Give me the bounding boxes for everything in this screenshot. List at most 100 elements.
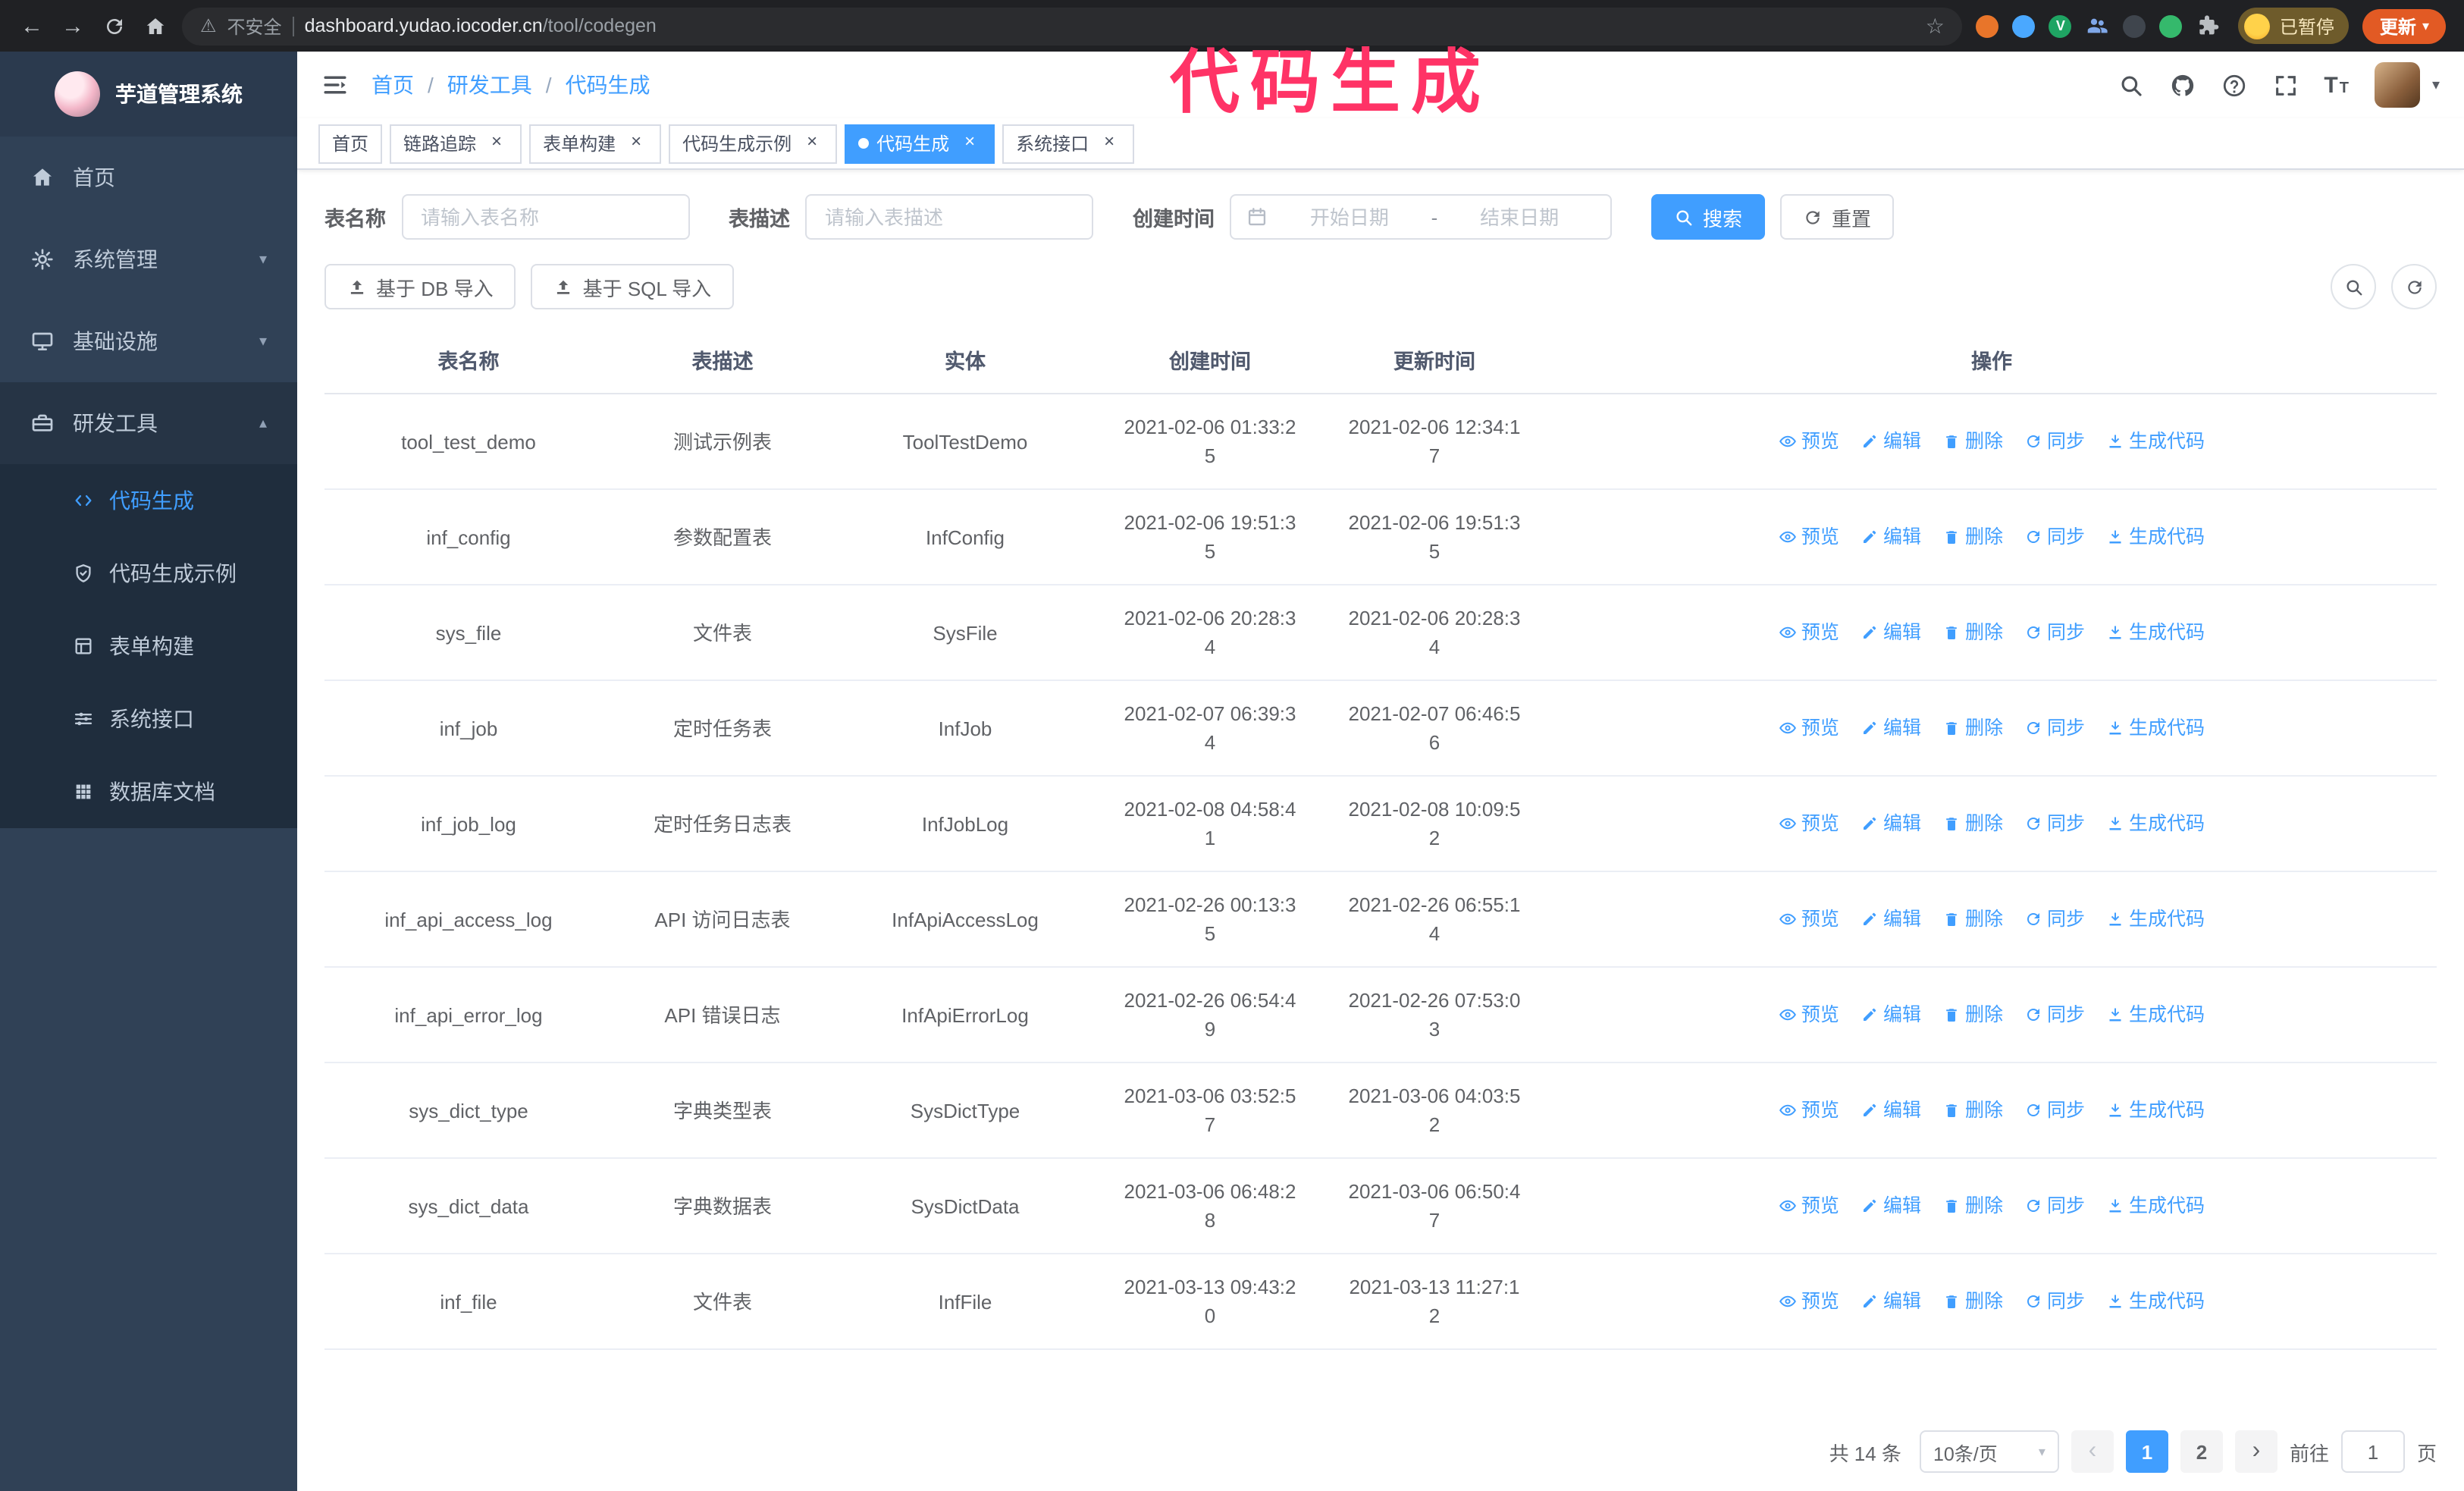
- sync-link[interactable]: 同步: [2024, 1096, 2085, 1125]
- sync-link[interactable]: 同步: [2024, 618, 2085, 647]
- import-db-button[interactable]: 基于 DB 导入: [324, 264, 516, 309]
- sidebar-item-system-mgmt[interactable]: 系统管理 ▾: [0, 218, 297, 300]
- sync-link[interactable]: 同步: [2024, 523, 2085, 551]
- edit-link[interactable]: 编辑: [1861, 1096, 1921, 1125]
- sidebar-item-dev-tools[interactable]: 研发工具 ▴: [0, 382, 297, 464]
- edit-link[interactable]: 编辑: [1861, 1000, 1921, 1029]
- caret-down-icon[interactable]: ▾: [2432, 77, 2440, 93]
- user-avatar[interactable]: [2374, 62, 2420, 108]
- table-name-input[interactable]: [401, 194, 689, 240]
- breadcrumb-item-dev-tools[interactable]: 研发工具: [447, 70, 532, 100]
- edit-link[interactable]: 编辑: [1861, 905, 1921, 934]
- extension-icon[interactable]: [2123, 14, 2146, 37]
- puzzle-extension-icon[interactable]: [2196, 14, 2221, 38]
- search-button[interactable]: 搜索: [1651, 194, 1766, 240]
- delete-link[interactable]: 删除: [1942, 427, 2003, 456]
- browser-home-button[interactable]: [141, 14, 168, 37]
- delete-link[interactable]: 删除: [1942, 618, 2003, 647]
- tab-home[interactable]: 首页: [318, 124, 383, 163]
- reload-button[interactable]: [100, 14, 127, 37]
- extension-icon[interactable]: V: [2049, 14, 2072, 37]
- edit-link[interactable]: 编辑: [1861, 714, 1921, 742]
- import-sql-button[interactable]: 基于 SQL 导入: [531, 264, 735, 309]
- sidebar-item-codegen-example[interactable]: 代码生成示例: [0, 537, 297, 610]
- sidebar-item-form-builder[interactable]: 表单构建: [0, 610, 297, 683]
- update-button[interactable]: 更新 ▾: [2362, 8, 2446, 43]
- preview-link[interactable]: 预览: [1779, 809, 1839, 838]
- app-logo[interactable]: 芋道管理系统: [0, 52, 297, 137]
- breadcrumb-item-home[interactable]: 首页: [371, 70, 414, 100]
- preview-link[interactable]: 预览: [1779, 905, 1839, 934]
- tab-trace[interactable]: 链路追踪 ×: [390, 124, 522, 163]
- close-icon[interactable]: ×: [958, 131, 981, 155]
- delete-link[interactable]: 删除: [1942, 1000, 2003, 1029]
- sync-link[interactable]: 同步: [2024, 1287, 2085, 1316]
- people-extension-icon[interactable]: [2086, 14, 2110, 38]
- preview-link[interactable]: 预览: [1779, 523, 1839, 551]
- generate-code-link[interactable]: 生成代码: [2106, 809, 2205, 838]
- delete-link[interactable]: 删除: [1942, 905, 2003, 934]
- tab-codegen[interactable]: 代码生成 ×: [845, 124, 995, 163]
- toggle-search-button[interactable]: [2331, 264, 2376, 309]
- generate-code-link[interactable]: 生成代码: [2106, 1096, 2205, 1125]
- back-button[interactable]: ←: [18, 13, 45, 39]
- generate-code-link[interactable]: 生成代码: [2106, 427, 2205, 456]
- refresh-table-button[interactable]: [2391, 264, 2437, 309]
- preview-link[interactable]: 预览: [1779, 714, 1839, 742]
- sync-link[interactable]: 同步: [2024, 714, 2085, 742]
- reset-button[interactable]: 重置: [1780, 194, 1895, 240]
- github-icon[interactable]: [2169, 72, 2195, 98]
- sync-link[interactable]: 同步: [2024, 1191, 2085, 1220]
- generate-code-link[interactable]: 生成代码: [2106, 1287, 2205, 1316]
- extension-icon[interactable]: [1976, 14, 1999, 37]
- hamburger-icon[interactable]: [321, 71, 349, 99]
- generate-code-link[interactable]: 生成代码: [2106, 905, 2205, 934]
- next-page-button[interactable]: ›: [2234, 1430, 2277, 1473]
- edit-link[interactable]: 编辑: [1861, 523, 1921, 551]
- help-icon[interactable]: [2221, 72, 2246, 98]
- goto-page-input[interactable]: [2340, 1430, 2405, 1473]
- sync-link[interactable]: 同步: [2024, 905, 2085, 934]
- delete-link[interactable]: 删除: [1942, 1191, 2003, 1220]
- bookmark-star-icon[interactable]: ☆: [1926, 13, 1945, 39]
- end-date-input[interactable]: [1444, 206, 1595, 228]
- generate-code-link[interactable]: 生成代码: [2106, 1191, 2205, 1220]
- sync-link[interactable]: 同步: [2024, 809, 2085, 838]
- profile-chip[interactable]: 已暂停: [2238, 8, 2350, 44]
- delete-link[interactable]: 删除: [1942, 714, 2003, 742]
- delete-link[interactable]: 删除: [1942, 1287, 2003, 1316]
- preview-link[interactable]: 预览: [1779, 618, 1839, 647]
- search-icon[interactable]: [2118, 72, 2143, 98]
- tab-codegen-example[interactable]: 代码生成示例 ×: [669, 124, 838, 163]
- sidebar-item-db-doc[interactable]: 数据库文档: [0, 755, 297, 828]
- page-size-select[interactable]: 10条/页 ▾: [1919, 1430, 2059, 1473]
- start-date-input[interactable]: [1274, 206, 1425, 228]
- sidebar-item-infrastructure[interactable]: 基础设施 ▾: [0, 300, 297, 382]
- edit-link[interactable]: 编辑: [1861, 427, 1921, 456]
- sidebar-item-codegen[interactable]: 代码生成: [0, 464, 297, 537]
- generate-code-link[interactable]: 生成代码: [2106, 523, 2205, 551]
- preview-link[interactable]: 预览: [1779, 427, 1839, 456]
- extension-icon[interactable]: [2159, 14, 2183, 37]
- close-icon[interactable]: ×: [625, 131, 647, 155]
- preview-link[interactable]: 预览: [1779, 1096, 1839, 1125]
- fullscreen-icon[interactable]: [2272, 72, 2298, 98]
- delete-link[interactable]: 删除: [1942, 523, 2003, 551]
- font-size-icon[interactable]: TT: [2324, 72, 2349, 98]
- sidebar-item-system-api[interactable]: 系统接口: [0, 683, 297, 755]
- preview-link[interactable]: 预览: [1779, 1000, 1839, 1029]
- generate-code-link[interactable]: 生成代码: [2106, 1000, 2205, 1029]
- preview-link[interactable]: 预览: [1779, 1287, 1839, 1316]
- delete-link[interactable]: 删除: [1942, 1096, 2003, 1125]
- sync-link[interactable]: 同步: [2024, 1000, 2085, 1029]
- page-button-1[interactable]: 1: [2125, 1430, 2168, 1473]
- extension-icon[interactable]: [2012, 14, 2036, 37]
- forward-button[interactable]: →: [59, 13, 86, 39]
- edit-link[interactable]: 编辑: [1861, 809, 1921, 838]
- address-bar[interactable]: ⚠ 不安全 dashboard.yudao.iocoder.cn/tool/co…: [182, 7, 1963, 45]
- preview-link[interactable]: 预览: [1779, 1191, 1839, 1220]
- edit-link[interactable]: 编辑: [1861, 1191, 1921, 1220]
- sync-link[interactable]: 同步: [2024, 427, 2085, 456]
- date-range-picker[interactable]: -: [1230, 194, 1612, 240]
- prev-page-button[interactable]: ‹: [2071, 1430, 2114, 1473]
